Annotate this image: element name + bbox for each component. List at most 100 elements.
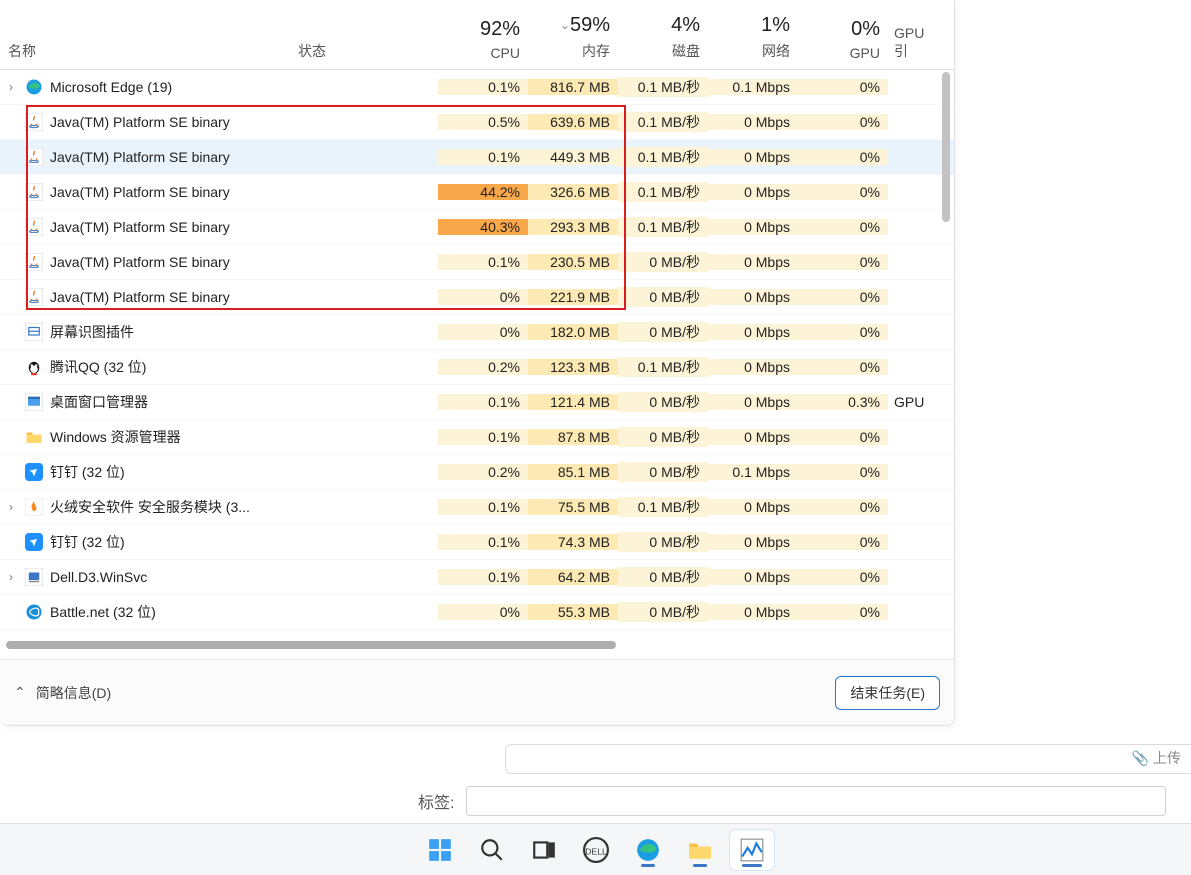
- bg-tag-input[interactable]: [466, 786, 1166, 816]
- taskbar-taskview[interactable]: [522, 830, 566, 870]
- bg-tag-row: 标签:: [418, 786, 1166, 816]
- memory-value: 449.3 MB: [528, 149, 618, 165]
- process-row[interactable]: 腾讯QQ (32 位) 0.2% 123.3 MB 0.1 MB/秒 0 Mbp…: [0, 350, 954, 385]
- column-name[interactable]: 名称: [0, 41, 290, 69]
- disk-value: 0 MB/秒: [618, 287, 708, 307]
- disk-value: 0 MB/秒: [618, 427, 708, 447]
- network-value: 0 Mbps: [708, 254, 798, 270]
- disk-value: 0 MB/秒: [618, 392, 708, 412]
- cpu-value: 0%: [438, 324, 528, 340]
- cpu-value: 0.2%: [438, 359, 528, 375]
- disk-value: 0.1 MB/秒: [618, 497, 708, 517]
- process-row[interactable]: 钉钉 (32 位) 0.1% 74.3 MB 0 MB/秒 0 Mbps 0%: [0, 525, 954, 560]
- cpu-value: 0%: [438, 604, 528, 620]
- column-cpu[interactable]: 92% CPU: [438, 18, 528, 69]
- running-indicator: [693, 864, 707, 867]
- expand-toggle[interactable]: ›: [0, 570, 22, 584]
- gpu-value: 0%: [798, 604, 888, 620]
- running-indicator: [641, 864, 655, 867]
- app-icon: [22, 358, 46, 376]
- process-row[interactable]: Windows 资源管理器 0.1% 87.8 MB 0 MB/秒 0 Mbps…: [0, 420, 954, 455]
- cpu-value: 0.1%: [438, 394, 528, 410]
- process-row[interactable]: Java(TM) Platform SE binary 0.1% 449.3 M…: [0, 140, 954, 175]
- gpu-value: 0%: [798, 499, 888, 515]
- memory-value: 75.5 MB: [528, 499, 618, 515]
- cpu-value: 0.2%: [438, 464, 528, 480]
- gpu-value: 0%: [798, 464, 888, 480]
- windows-taskbar: DELL: [0, 823, 1191, 875]
- column-headers: 名称 状态 92% CPU ⌄59% 内存 4% 磁盘 1% 网络 0% GPU…: [0, 0, 954, 70]
- network-value: 0 Mbps: [708, 394, 798, 410]
- process-row[interactable]: Java(TM) Platform SE binary 44.2% 326.6 …: [0, 175, 954, 210]
- memory-value: 182.0 MB: [528, 324, 618, 340]
- chevron-up-icon: ⌃: [14, 684, 26, 701]
- process-name: 屏幕识图插件: [46, 322, 438, 342]
- process-name: Java(TM) Platform SE binary: [46, 289, 438, 305]
- expand-toggle[interactable]: ›: [0, 500, 22, 514]
- app-icon: [22, 568, 46, 586]
- gpu-value: 0%: [798, 114, 888, 130]
- end-task-button[interactable]: 结束任务(E): [835, 676, 940, 710]
- column-network[interactable]: 1% 网络: [708, 14, 798, 69]
- network-value: 0 Mbps: [708, 114, 798, 130]
- process-name: 腾讯QQ (32 位): [46, 357, 438, 377]
- bg-text-input[interactable]: [505, 744, 1191, 774]
- gpu-value: 0%: [798, 359, 888, 375]
- process-row[interactable]: Battle.net (32 位) 0% 55.3 MB 0 MB/秒 0 Mb…: [0, 595, 954, 630]
- cpu-value: 0%: [438, 289, 528, 305]
- process-row[interactable]: › 火绒安全软件 安全服务模块 (3... 0.1% 75.5 MB 0.1 M…: [0, 490, 954, 525]
- bg-upload-button[interactable]: 📎 上传: [1132, 748, 1181, 768]
- expand-toggle[interactable]: ›: [0, 80, 22, 94]
- process-row[interactable]: Java(TM) Platform SE binary 0% 221.9 MB …: [0, 280, 954, 315]
- app-icon: [22, 393, 46, 411]
- network-value: 0 Mbps: [708, 569, 798, 585]
- taskbar-search[interactable]: [470, 830, 514, 870]
- cpu-value: 0.5%: [438, 114, 528, 130]
- gpu-value: 0.3%: [798, 394, 888, 410]
- process-name: Battle.net (32 位): [46, 602, 438, 622]
- app-icon: [22, 498, 46, 516]
- process-row[interactable]: Java(TM) Platform SE binary 0.5% 639.6 M…: [0, 105, 954, 140]
- disk-value: 0.1 MB/秒: [618, 112, 708, 132]
- process-row[interactable]: Java(TM) Platform SE binary 0.1% 230.5 M…: [0, 245, 954, 280]
- taskbar-dell[interactable]: DELL: [574, 830, 618, 870]
- process-row[interactable]: 钉钉 (32 位) 0.2% 85.1 MB 0 MB/秒 0.1 Mbps 0…: [0, 455, 954, 490]
- gpu-value: 0%: [798, 569, 888, 585]
- network-value: 0 Mbps: [708, 324, 798, 340]
- process-row[interactable]: Java(TM) Platform SE binary 40.3% 293.3 …: [0, 210, 954, 245]
- column-gpu-engine[interactable]: GPU 引: [888, 25, 938, 69]
- process-row[interactable]: › Microsoft Edge (19) 0.1% 816.7 MB 0.1 …: [0, 70, 954, 105]
- disk-value: 0.1 MB/秒: [618, 77, 708, 97]
- taskmgr-icon: [739, 837, 765, 863]
- app-icon: [22, 183, 46, 201]
- memory-value: 87.8 MB: [528, 429, 618, 445]
- sort-descending-icon: ⌄: [560, 18, 570, 32]
- column-disk[interactable]: 4% 磁盘: [618, 14, 708, 69]
- process-row[interactable]: › Dell.D3.WinSvc 0.1% 64.2 MB 0 MB/秒 0 M…: [0, 560, 954, 595]
- network-value: 0.1 Mbps: [708, 464, 798, 480]
- mem-label: 内存: [582, 43, 610, 59]
- vertical-scroll-thumb[interactable]: [942, 72, 950, 222]
- app-icon: [22, 218, 46, 236]
- svg-text:DELL: DELL: [585, 846, 607, 856]
- column-status[interactable]: 状态: [290, 41, 438, 69]
- app-icon: [22, 463, 46, 481]
- vertical-scrollbar[interactable]: [942, 72, 952, 642]
- process-name: Java(TM) Platform SE binary: [46, 254, 438, 270]
- process-row[interactable]: 屏幕识图插件 0% 182.0 MB 0 MB/秒 0 Mbps 0%: [0, 315, 954, 350]
- search-icon: [479, 837, 505, 863]
- brief-info-toggle[interactable]: ⌃ 简略信息(D): [14, 683, 111, 703]
- horizontal-scrollbar[interactable]: [6, 641, 941, 651]
- gpu-value: 0%: [798, 254, 888, 270]
- column-gpu[interactable]: 0% GPU: [798, 18, 888, 69]
- horizontal-scroll-thumb[interactable]: [6, 641, 616, 649]
- process-row[interactable]: 桌面窗口管理器 0.1% 121.4 MB 0 MB/秒 0 Mbps 0.3%…: [0, 385, 954, 420]
- paperclip-icon: 📎: [1132, 750, 1149, 767]
- taskbar-start[interactable]: [418, 830, 462, 870]
- gpu-usage-pct: 0%: [798, 18, 880, 41]
- memory-value: 326.6 MB: [528, 184, 618, 200]
- network-value: 0 Mbps: [708, 184, 798, 200]
- gpu-value: 0%: [798, 534, 888, 550]
- column-memory[interactable]: ⌄59% 内存: [528, 14, 618, 69]
- cpu-value: 0.1%: [438, 149, 528, 165]
